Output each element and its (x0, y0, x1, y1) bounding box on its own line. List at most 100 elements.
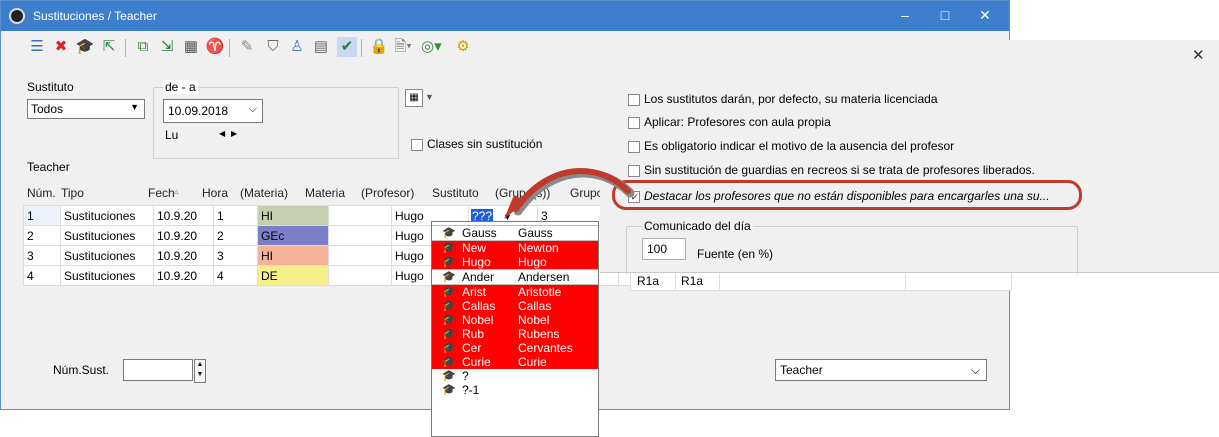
table-cell-materia-p[interactable]: GEc (257, 225, 329, 246)
filter-icon[interactable]: ⛉ (263, 37, 283, 57)
calculator-icon[interactable]: ▦ (181, 37, 201, 57)
table-cell-tipo[interactable]: Sustituciones (60, 225, 154, 246)
grupo-cell[interactable]: R1a (681, 274, 703, 288)
table-cell-fecha[interactable]: 10.9.20 (153, 245, 214, 266)
header-fecha[interactable]: Fech (148, 186, 175, 200)
date-picker[interactable]: 10.09.2018 ⌵ (163, 99, 263, 123)
checkbox-icon[interactable] (411, 138, 423, 151)
header-materia-p[interactable]: (Materia) (240, 186, 288, 200)
next-day-icon[interactable]: ▶ (231, 129, 237, 138)
wand-icon[interactable]: ✎ (237, 37, 257, 57)
dropdown-item[interactable]: 🎓 Hugo Hugo (432, 255, 598, 269)
table-cell-fecha[interactable]: 10.9.20 (153, 205, 214, 226)
minimize-button[interactable]: – (885, 3, 925, 27)
stepper-icon[interactable]: ▲ ▼ (194, 359, 206, 383)
teacher-icon: 🎓 (442, 286, 456, 298)
table-cell-num[interactable]: 1 (23, 205, 61, 226)
chevron-down-icon: ▼ (130, 102, 139, 112)
checkbox-icon[interactable] (628, 140, 640, 153)
header-sustituto[interactable]: Sustituto (432, 186, 479, 200)
table-cell-materia-p[interactable]: HI (257, 245, 329, 266)
export-icon[interactable]: ⇱ (99, 37, 119, 57)
stethoscope-icon[interactable]: ♈ (205, 37, 225, 57)
header-profesor-p[interactable]: (Profesor) (361, 186, 414, 200)
table-cell-tipo[interactable]: Sustituciones (60, 205, 154, 226)
option-2[interactable]: Es obligatorio indicar el motivo de la a… (628, 139, 954, 153)
calendar-grid-icon[interactable]: ▤ (311, 37, 331, 57)
dropdown-item[interactable]: 🎓 Rub Rubens (432, 327, 598, 341)
grupo-cell[interactable]: R1a (637, 274, 659, 288)
lock-icon[interactable]: 🔒 (369, 37, 389, 57)
num-sust-input[interactable] (123, 359, 193, 381)
table-cell-tipo[interactable]: Sustituciones (60, 245, 154, 266)
table-cell-hora[interactable]: 4 (213, 265, 258, 286)
dropdown-item[interactable]: 🎓 Callas Callas (432, 299, 598, 313)
view-select[interactable]: Teacher ⌵ (775, 359, 987, 381)
de-a-label: de - a (163, 80, 198, 94)
table-cell-materia[interactable] (328, 205, 392, 226)
table-cell-materia-p[interactable]: HI (257, 205, 329, 226)
dropdown-item[interactable]: 🎓 ?-1 (432, 383, 598, 397)
dropdown-item[interactable]: 🎓 Nobel Nobel (432, 313, 598, 327)
close-button[interactable]: ✕ (965, 3, 1005, 27)
dropdown-item[interactable]: 🎓 Cer Cervantes (432, 341, 598, 355)
teacher-short-name: Rub (462, 327, 485, 341)
table-cell-num[interactable]: 4 (23, 265, 61, 286)
copy-icon[interactable]: ⧉ (133, 37, 153, 57)
table-cell-fecha[interactable]: 10.9.20 (153, 225, 214, 246)
import-icon[interactable]: ⇲ (157, 37, 177, 57)
dropdown-item[interactable]: 🎓? (432, 369, 598, 383)
header-materia[interactable]: Materia (305, 186, 345, 200)
comunicado-group (626, 226, 1078, 275)
font-size-input[interactable]: 100 (642, 238, 686, 260)
settings-gear-icon[interactable]: ⚙ (453, 37, 473, 57)
list-icon[interactable]: ☰ (27, 37, 47, 57)
teacher-icon: 🎓 (442, 328, 456, 340)
clases-sin-sustitucion-option[interactable]: Clases sin sustitución (411, 137, 542, 151)
option-1[interactable]: Aplicar: Profesores con aula propia (628, 115, 831, 129)
table-cell-fecha[interactable]: 10.9.20 (153, 265, 214, 286)
header-num[interactable]: Núm. (27, 186, 56, 200)
table-cell-materia[interactable] (328, 225, 392, 246)
header-hora[interactable]: Hora (202, 186, 228, 200)
panel-close-icon[interactable]: ✕ (1192, 46, 1205, 64)
table-cell-hora[interactable]: 2 (213, 225, 258, 246)
teacher-full-name: Hugo (518, 255, 547, 269)
checkbox-icon[interactable] (628, 93, 640, 106)
teacher-short-name: Gauss (462, 226, 497, 240)
edit-check-icon[interactable]: ✔ (337, 37, 357, 57)
table-cell-materia-p[interactable]: DE (257, 265, 329, 286)
sort-icon: ▵ (174, 186, 179, 196)
dropdown-item[interactable]: 🎓 Gauss Gauss (432, 225, 598, 241)
dropdown-item[interactable]: 🎓 New Newton (432, 241, 598, 255)
help-icon[interactable]: ◎▾ (421, 37, 442, 57)
dropdown-item[interactable]: 🎓 Ander Andersen (432, 269, 598, 285)
teacher-icon[interactable]: 🎓 (75, 37, 95, 57)
option-0[interactable]: Los sustitutos darán, por defecto, su ma… (628, 92, 938, 106)
checkbox-icon[interactable] (628, 116, 640, 129)
table-cell-num[interactable]: 2 (23, 225, 61, 246)
table-cell-materia[interactable] (328, 245, 392, 266)
calendar-dropdown-icon[interactable]: ▼ (425, 92, 434, 102)
maximize-button[interactable]: □ (925, 3, 965, 27)
calendar-icon[interactable]: ▦ (405, 89, 423, 107)
teacher-icon: 🎓 (442, 356, 456, 368)
table-cell-materia[interactable] (328, 265, 392, 286)
dropdown-item[interactable]: 🎓 Curie Curie (432, 355, 598, 369)
table-cell-hora[interactable]: 1 (213, 205, 258, 226)
sustituto-select[interactable]: Todos ▼ (27, 99, 145, 119)
person-sort-icon[interactable]: ♙ (287, 37, 307, 57)
prev-day-icon[interactable]: ◀ (219, 129, 225, 138)
option-3[interactable]: Sin sustitución de guardias en recreos s… (628, 163, 1035, 177)
document-dropdown-icon[interactable]: 🗎▾ (393, 37, 413, 57)
table-cell-hora[interactable]: 3 (213, 245, 258, 266)
delete-icon[interactable]: ✖ (51, 37, 71, 57)
highlight-ring (612, 180, 1082, 210)
table-cell-tipo[interactable]: Sustituciones (60, 265, 154, 286)
dropdown-item[interactable]: 🎓 Arist Aristotle (432, 285, 598, 299)
title-bar: Sustituciones / Teacher – □ ✕ (1, 1, 1009, 31)
app-icon (9, 8, 25, 24)
comunicado-title: Comunicado del día (642, 219, 753, 233)
header-tipo[interactable]: Tipo (61, 186, 84, 200)
table-cell-num[interactable]: 3 (23, 245, 61, 266)
